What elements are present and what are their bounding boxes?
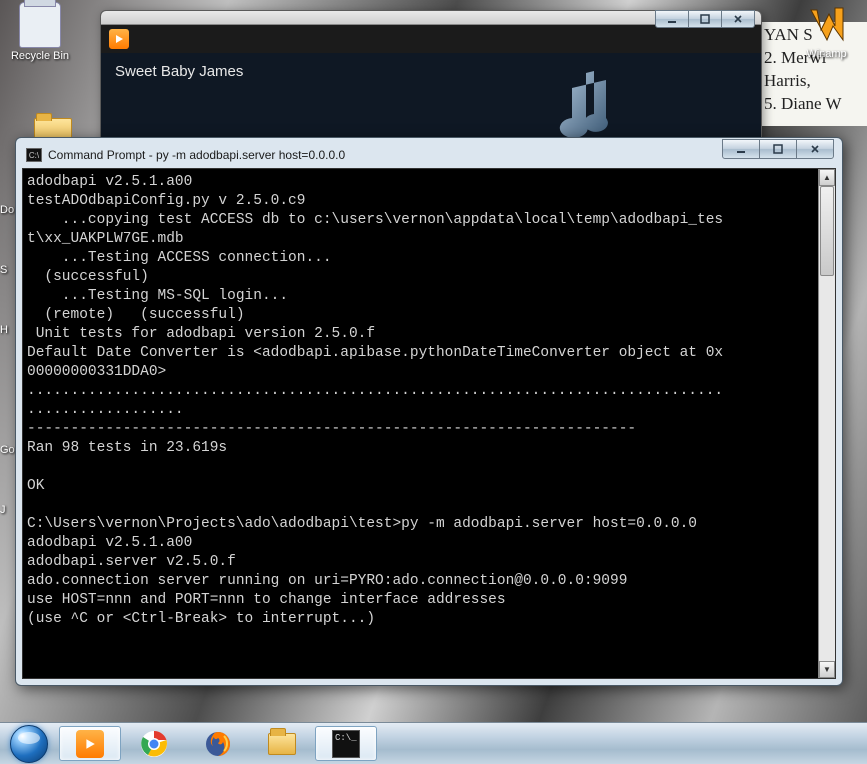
wmp-toolbar — [101, 25, 761, 53]
command-prompt-window[interactable]: C:\ Command Prompt - py -m adodbapi.serv… — [15, 137, 843, 686]
cmd-icon: C:\ — [26, 148, 42, 162]
close-button[interactable] — [796, 139, 834, 159]
scroll-up-button[interactable]: ▲ — [819, 169, 835, 186]
firefox-icon — [204, 730, 232, 758]
scroll-down-button[interactable]: ▼ — [819, 661, 835, 678]
desktop-icon-recycle-bin[interactable]: Recycle Bin — [5, 2, 75, 62]
minimize-button[interactable] — [722, 139, 760, 159]
taskbar-item-cmd[interactable]: C:\_ — [315, 726, 377, 761]
winamp-icon — [805, 2, 849, 46]
scrollbar[interactable]: ▲ ▼ — [818, 169, 835, 678]
maximize-button[interactable] — [759, 139, 797, 159]
taskbar-item-firefox[interactable] — [187, 726, 249, 761]
desktop-icon-winamp[interactable]: Winamp — [789, 2, 864, 60]
maximize-button[interactable] — [688, 10, 722, 28]
wmp-icon — [76, 730, 104, 758]
taskbar-item-wmp[interactable] — [59, 726, 121, 761]
scroll-thumb[interactable] — [820, 186, 834, 276]
desktop-icon-label: Recycle Bin — [5, 50, 75, 62]
taskbar[interactable]: C:\_ — [0, 722, 867, 764]
wmp-titlebar[interactable] — [101, 11, 761, 25]
now-playing-title: Sweet Baby James — [101, 53, 761, 80]
taskbar-item-chrome[interactable] — [123, 726, 185, 761]
cmd-icon: C:\_ — [332, 730, 360, 758]
wmp-window[interactable]: Sweet Baby James — [100, 10, 762, 145]
minimize-button[interactable] — [655, 10, 689, 28]
start-button[interactable] — [0, 723, 58, 764]
close-button[interactable] — [721, 10, 755, 28]
play-icon[interactable] — [109, 29, 129, 49]
chrome-icon — [140, 730, 168, 758]
cmd-titlebar[interactable]: C:\ Command Prompt - py -m adodbapi.serv… — [22, 144, 836, 166]
recycle-bin-icon — [19, 2, 61, 48]
taskbar-item-explorer[interactable] — [251, 726, 313, 761]
windows-orb-icon — [10, 725, 48, 763]
terminal-output: adodbapi v2.5.1.a00 testADOdbapiConfig.p… — [23, 169, 818, 678]
wmp-now-playing-area: Sweet Baby James — [101, 53, 761, 146]
desktop-icon-label: Winamp — [789, 48, 864, 60]
folder-icon — [268, 733, 296, 755]
window-title: Command Prompt - py -m adodbapi.server h… — [48, 148, 345, 162]
